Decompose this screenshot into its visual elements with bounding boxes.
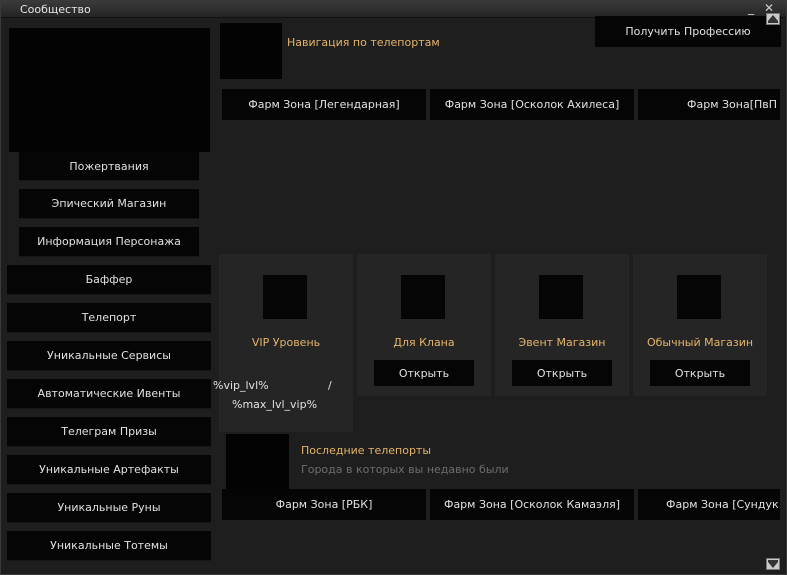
telegram-prizes-button[interactable]: Телеграм Призы	[7, 417, 211, 447]
clan-icon	[401, 275, 445, 319]
recent-teleports-icon	[226, 434, 289, 490]
scroll-up-button[interactable]	[766, 13, 780, 25]
community-window: Сообщество _ ✕ Пожертвания Эпический Маг…	[0, 0, 787, 575]
recent-teleports-subtitle: Города в которых вы недавно были	[301, 463, 509, 476]
teleport-farm-kamael-shard-button[interactable]: Фарм Зона [Осколок Камаэля]	[430, 489, 634, 520]
teleport-farm-rbk-button[interactable]: Фарм Зона [РБК]	[222, 489, 426, 520]
arrow-up-icon	[768, 15, 778, 23]
minimize-icon[interactable]: _	[745, 2, 757, 15]
regular-shop-icon	[677, 275, 721, 319]
auto-events-button[interactable]: Автоматические Ивенты	[7, 379, 211, 409]
unique-artifacts-button[interactable]: Уникальные Артефакты	[7, 455, 211, 485]
regular-shop-title: Обычный Магазин	[646, 336, 754, 349]
scroll-down-button[interactable]	[766, 558, 780, 570]
vip-max-level-value: %max_lvl_vip%	[232, 398, 318, 411]
vip-icon	[263, 275, 307, 319]
teleport-button[interactable]: Телепорт	[7, 303, 211, 333]
unique-runes-button[interactable]: Уникальные Руны	[7, 493, 211, 523]
clan-title: Для Клана	[393, 336, 455, 349]
event-shop-open-button[interactable]: Открыть	[512, 360, 612, 386]
event-shop-card: Эвент Магазин Открыть	[495, 254, 629, 396]
teleport-farm-chest-button[interactable]: Фарм Зона [Сундук - У	[638, 489, 780, 520]
teleport-farm-pvp-button[interactable]: Фарм Зона[ПвП Ра	[638, 89, 780, 120]
event-shop-icon	[539, 275, 583, 319]
teleport-farm-achilles-shard-button[interactable]: Фарм Зона [Осколок Ахилеса]	[430, 89, 634, 120]
arrow-down-icon	[768, 560, 778, 568]
get-profession-button[interactable]: Получить Профессию	[595, 16, 781, 47]
window-title: Сообщество	[20, 3, 91, 16]
clan-open-button[interactable]: Открыть	[374, 360, 474, 386]
regular-shop-open-button[interactable]: Открыть	[650, 360, 750, 386]
epic-shop-button[interactable]: Эпический Магазин	[19, 189, 199, 219]
vip-level-separator: /	[328, 379, 332, 392]
donations-button[interactable]: Пожертвания	[19, 152, 199, 181]
event-shop-title: Эвент Магазин	[518, 336, 606, 349]
vip-level-value: %vip_lvl%	[213, 379, 269, 392]
buffer-button[interactable]: Баффер	[7, 265, 211, 295]
unique-services-button[interactable]: Уникальные Сервисы	[7, 341, 211, 371]
character-info-button[interactable]: Информация Персонажа	[19, 227, 199, 257]
teleport-nav-icon	[220, 23, 282, 79]
teleport-farm-legendary-button[interactable]: Фарм Зона [Легендарная]	[222, 89, 426, 120]
teleport-nav-title: Навигация по телепортам	[287, 36, 440, 49]
banner-image	[9, 28, 210, 152]
vip-level-title: VIP Уровень	[251, 336, 321, 349]
regular-shop-card: Обычный Магазин Открыть	[633, 254, 767, 396]
unique-totems-button[interactable]: Уникальные Тотемы	[7, 531, 211, 561]
recent-teleports-title: Последние телепорты	[301, 444, 432, 457]
clan-card: Для Клана Открыть	[357, 254, 491, 396]
